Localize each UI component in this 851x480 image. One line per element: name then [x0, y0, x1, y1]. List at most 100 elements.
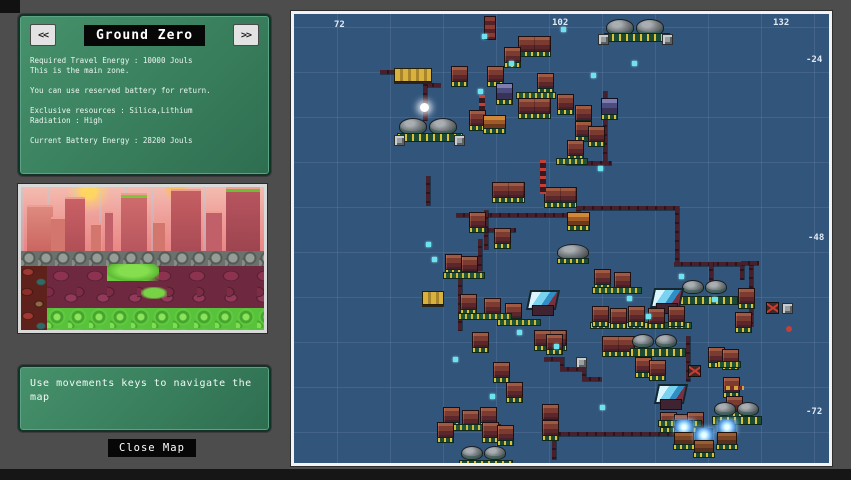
map-coordinate-label: 72 [334, 20, 345, 30]
map-structure-platform [680, 296, 738, 305]
map-structure-machine [472, 332, 489, 353]
map-structure-belt [497, 319, 541, 326]
map-structure-machine [445, 254, 462, 275]
map-structure-tank2s [714, 402, 759, 416]
map-coordinate-label: -72 [806, 407, 823, 417]
map-pipe [674, 262, 742, 266]
map-structure-machine [542, 404, 559, 425]
zone-info-line [30, 96, 261, 106]
preview-building [27, 205, 53, 253]
map-structure-machine [460, 294, 477, 315]
zone-title: Ground Zero [83, 24, 206, 46]
map-pipe [423, 77, 427, 121]
map-structure-crate [576, 357, 587, 368]
map-structure-dot [632, 61, 637, 66]
preview-building [105, 211, 113, 253]
map-structure-machine [738, 288, 755, 309]
map-pipe [544, 357, 560, 361]
map-structure-cratex [766, 302, 779, 314]
map-structure-machine [649, 360, 666, 381]
map-coordinate-label: -24 [806, 55, 823, 65]
map-structure-machine [594, 269, 611, 290]
map-structure-dot [426, 242, 431, 247]
map-structure-crystal [673, 420, 695, 450]
crystal-pot [694, 440, 714, 453]
map-structure-crystal [693, 428, 715, 458]
map-structure-dot [679, 274, 684, 279]
map-structure-dot [591, 73, 596, 78]
map-pipe [675, 206, 679, 264]
map-structure-machineYs [422, 291, 444, 305]
map-structure-dot [517, 330, 522, 335]
zone-preview-image [17, 183, 268, 334]
map-structure-machine [588, 126, 605, 147]
map-structure-belt [717, 361, 741, 368]
zone-info-line [30, 76, 261, 86]
zone-header: << Ground Zero >> [20, 24, 269, 46]
map-structure-crate [598, 34, 609, 45]
map-structure-machineD [601, 98, 618, 120]
map-coordinate-label: 132 [773, 18, 790, 28]
map-structure-machine [497, 425, 514, 446]
map-structure-machine [469, 212, 486, 233]
map-structure-dot [509, 61, 514, 66]
map-structure-dot [554, 344, 559, 349]
map-structure-dot [712, 297, 717, 302]
map-pipe [582, 377, 602, 381]
map-structure-tank2s [461, 446, 506, 460]
map-structure-crate [394, 135, 405, 146]
map-structure-machine2 [544, 187, 577, 208]
map-structure-dot [627, 296, 632, 301]
map-structure-machine [610, 308, 627, 329]
map-pipe [741, 261, 759, 265]
map-structure-crystal [716, 420, 738, 450]
corner-block [0, 0, 20, 13]
map-coordinate-label: -48 [808, 233, 825, 243]
next-zone-button[interactable]: >> [233, 24, 259, 46]
map-pipe [425, 83, 441, 87]
map-structure-dot [598, 166, 603, 171]
crystal-pot [674, 432, 694, 445]
map-structure-machine [628, 306, 645, 327]
map-structure-machine [542, 420, 559, 441]
map-structure-machine2 [518, 36, 551, 57]
preview-building [153, 221, 165, 253]
map-structure-machineO [483, 115, 506, 134]
zone-info-panel: << Ground Zero >> Required Travel Energy… [18, 14, 271, 176]
map-structure-solar [656, 384, 684, 410]
map-structure-machine [494, 228, 511, 249]
preview-building [206, 211, 222, 253]
map-structure-machineO [567, 212, 590, 231]
map-structure-machine [506, 382, 523, 403]
hint-panel: Use movements keys to navigate the map [18, 365, 271, 432]
hint-text: Use movements keys to navigate the map [30, 378, 252, 403]
map-structure-dot [646, 314, 651, 319]
zone-map[interactable]: 72 102 132 -24 -48 -72 [291, 11, 832, 466]
map-structure-dot [600, 405, 605, 410]
previous-zone-button[interactable]: << [30, 24, 56, 46]
preview-building [51, 217, 65, 253]
map-pipe [478, 239, 482, 271]
map-structure-machine [592, 306, 609, 327]
close-map-button[interactable]: Close Map [108, 439, 196, 457]
map-structure-belt [556, 158, 588, 165]
map-structure-belt [443, 272, 485, 279]
map-structure-crate [782, 303, 793, 314]
map-structure-dot [490, 394, 495, 399]
zone-info-line: Required Travel Energy : 10000 Jouls [30, 56, 193, 65]
preview-moss-patch [141, 287, 167, 299]
map-structure-machineY [394, 68, 432, 82]
map-structure-machine [493, 362, 510, 383]
zone-info-line: You can use reserved battery for return. [30, 86, 211, 95]
zone-info-line: This is the main zone. [30, 66, 130, 75]
zone-info-line [30, 126, 261, 136]
map-structure-platform [459, 460, 513, 463]
preview-slime-layer [47, 308, 264, 330]
map-structure-tank1 [557, 244, 589, 264]
preview-building [121, 193, 147, 253]
zone-info-line: Radiation : High [30, 116, 103, 125]
preview-building [226, 187, 260, 253]
map-structure-machine [668, 306, 685, 327]
preview-building [65, 197, 85, 253]
map-structure-dot [453, 357, 458, 362]
